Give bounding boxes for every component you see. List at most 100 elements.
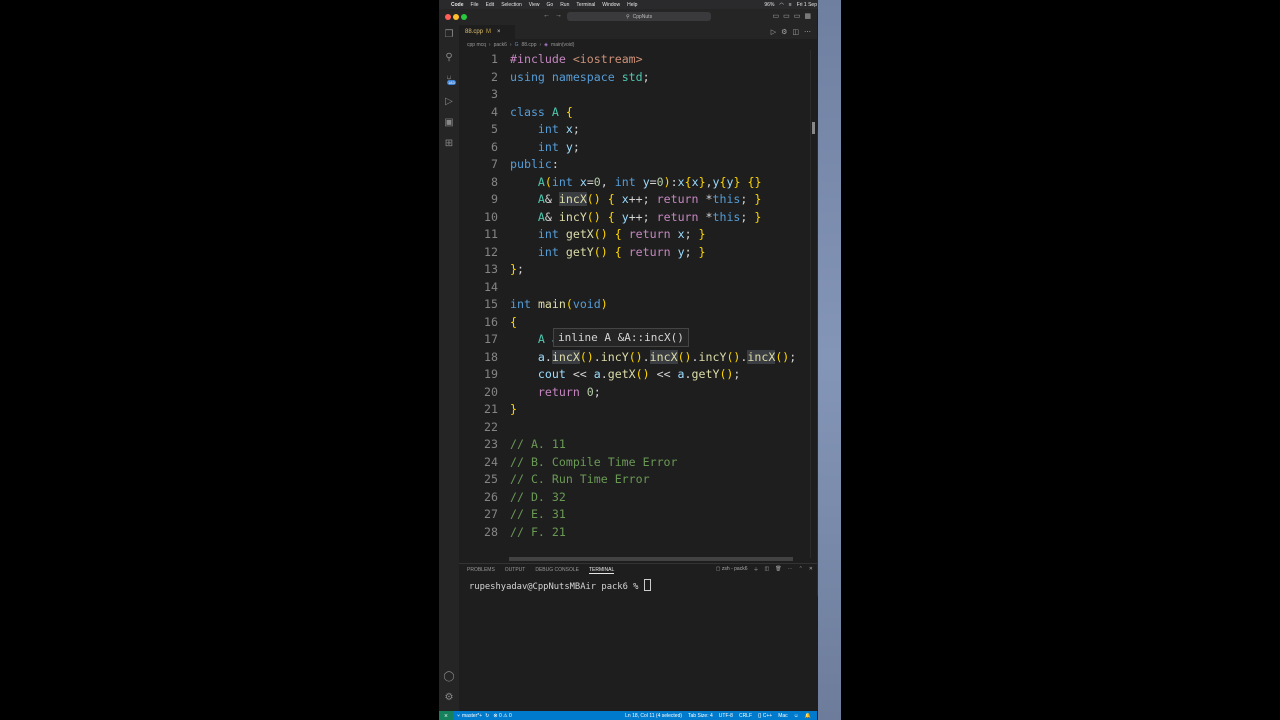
horizontal-scrollbar[interactable] <box>509 557 793 561</box>
code-line[interactable]: 1 #include <iostream> <box>459 51 817 69</box>
menu-terminal[interactable]: Terminal <box>576 2 595 8</box>
code-line[interactable]: 22 <box>459 419 817 437</box>
account-icon[interactable]: ◯ <box>443 671 455 683</box>
code-editor[interactable]: 1 #include <iostream> 2 using namespace std… <box>459 50 817 561</box>
search-icon[interactable]: ⚲ <box>443 52 455 64</box>
menu-view[interactable]: View <box>529 2 540 8</box>
feedback-icon[interactable]: ☺ <box>794 713 799 719</box>
code-line[interactable]: 15 int main(void) <box>459 296 817 314</box>
code-line[interactable]: 13}; <box>459 261 817 279</box>
toggle-secondary-sidebar-icon[interactable]: ▭ <box>794 12 801 20</box>
terminal-output[interactable]: rupeshyadav@CppNutsMBAir pack6 % <box>469 579 651 592</box>
tab-88-cpp[interactable]: 88.cpp M × <box>459 25 515 39</box>
code-line[interactable]: 24 // B. Compile Time Error <box>459 454 817 472</box>
menu-window[interactable]: Window <box>602 2 620 8</box>
breadcrumb-item[interactable]: cpp mcq <box>467 42 486 48</box>
code-line[interactable]: 8 A(int x=0, int y=0):x{x},y{y} {} <box>459 174 817 192</box>
platform[interactable]: Mac <box>778 713 787 719</box>
breadcrumb-item[interactable]: pack6 <box>494 42 507 48</box>
forward-arrow-icon[interactable]: → <box>555 12 562 19</box>
menu-help[interactable]: Help <box>627 2 637 8</box>
control-center-icon[interactable]: ≡ <box>789 2 792 8</box>
split-editor-icon[interactable]: ◫ <box>792 28 799 36</box>
menu-app[interactable]: Code <box>451 2 464 8</box>
tab-size[interactable]: Tab Size: 4 <box>688 713 713 719</box>
command-center-search[interactable]: ⚲ CppNuts <box>567 12 711 21</box>
cursor-position[interactable]: Ln 18, Col 11 (4 selected) <box>625 713 682 719</box>
code-line[interactable]: 3 <box>459 86 817 104</box>
code-line[interactable]: 2 using namespace std; <box>459 69 817 87</box>
trash-icon[interactable]: 🗑 <box>775 566 781 573</box>
wifi-icon[interactable]: ◠ <box>779 2 783 8</box>
vertical-scrollbar[interactable] <box>810 50 817 558</box>
problems-count[interactable]: ⊗ 0 ⚠ 0 <box>493 713 511 719</box>
maximize-panel-icon[interactable]: ⌃ <box>799 566 803 573</box>
explorer-icon[interactable]: ❐ <box>443 29 455 41</box>
code-line[interactable]: 6 int y; <box>459 139 817 157</box>
sync-icon[interactable]: ↻ <box>485 713 489 719</box>
more-actions-icon[interactable]: ⋯ <box>804 28 811 36</box>
tab-terminal[interactable]: TERMINAL <box>588 567 615 574</box>
code-line[interactable]: 28 // F. 21 <box>459 524 817 542</box>
code-line[interactable]: 7 public: <box>459 156 817 174</box>
notifications-icon[interactable]: 🔔 <box>805 713 811 719</box>
toggle-sidebar-icon[interactable]: ▭ <box>773 12 780 20</box>
close-panel-icon[interactable]: ✕ <box>809 566 813 573</box>
customize-layout-icon[interactable]: ▦ <box>804 12 811 20</box>
code-text: return 0; <box>537 384 601 399</box>
encoding[interactable]: UTF-8 <box>719 713 733 719</box>
gear-icon[interactable]: ⚙ <box>781 28 787 36</box>
code-line[interactable]: 23 // A. 11 <box>459 436 817 454</box>
eol[interactable]: CRLF <box>739 713 752 719</box>
menu-file[interactable]: File <box>471 2 479 8</box>
close-tab-icon[interactable]: × <box>497 29 501 35</box>
remote-explorer-icon[interactable]: ▣ <box>443 117 455 129</box>
more-actions-icon[interactable]: ⋯ <box>788 566 793 573</box>
code-line[interactable]: 27 // E. 31 <box>459 506 817 524</box>
run-icon[interactable]: ▷ <box>771 28 776 36</box>
new-terminal-icon[interactable]: ＋ <box>753 566 758 573</box>
terminal-cursor <box>643 579 651 591</box>
code-line[interactable]: 26 // D. 32 <box>459 489 817 507</box>
command-center-label: CppNuts <box>632 13 653 20</box>
remote-indicator-icon[interactable]: ⨯ <box>439 711 453 720</box>
line-number: 26 <box>484 489 498 504</box>
line-number: 18 <box>484 349 498 364</box>
tab-output[interactable]: OUTPUT <box>505 567 526 574</box>
code-line[interactable]: 9 A& incX() { x++; return *this; } <box>459 191 817 209</box>
menu-edit[interactable]: Edit <box>486 2 495 8</box>
code-line[interactable]: 19 cout << a.getX() << a.getY(); <box>459 366 817 384</box>
split-terminal-icon[interactable]: ◫ <box>765 566 770 573</box>
code-line[interactable]: 18 a.incX().incY().incX().incY().incX(); <box>459 349 817 367</box>
menu-run[interactable]: Run <box>560 2 569 8</box>
terminal-shell-label[interactable]: ▢ zsh - pack6 <box>716 566 748 573</box>
editor-actions: ▷ ⚙ ◫ ⋯ <box>771 28 811 36</box>
zoom-window-button[interactable] <box>461 14 467 20</box>
search-icon: ⚲ <box>625 13 630 20</box>
tab-problems[interactable]: PROBLEMS <box>467 567 495 574</box>
code-line[interactable]: 11 int getX() { return x; } <box>459 226 817 244</box>
menu-selection[interactable]: Selection <box>501 2 522 8</box>
breadcrumb-item[interactable]: 88.cpp <box>521 42 536 48</box>
code-line[interactable]: 5 int x; <box>459 121 817 139</box>
code-line[interactable]: 12 int getY() { return y; } <box>459 244 817 262</box>
extensions-icon[interactable]: ⊞ <box>443 138 455 150</box>
close-window-button[interactable] <box>445 14 451 20</box>
minimize-window-button[interactable] <box>453 14 459 20</box>
git-branch[interactable]: master*+ <box>462 713 482 719</box>
breadcrumb-item[interactable]: main(void) <box>551 42 574 48</box>
menu-go[interactable]: Go <box>547 2 554 8</box>
back-arrow-icon[interactable]: ← <box>543 12 550 19</box>
code-line[interactable]: 4 class A { <box>459 104 817 122</box>
toggle-panel-icon[interactable]: ▭ <box>783 12 790 20</box>
code-line[interactable]: 21} <box>459 401 817 419</box>
code-line[interactable]: 14 <box>459 279 817 297</box>
battery-label[interactable]: 96% <box>764 2 774 8</box>
run-debug-icon[interactable]: ▷ <box>443 96 455 108</box>
tab-debug-console[interactable]: DEBUG CONSOLE <box>535 567 579 574</box>
code-line[interactable]: 25 // C. Run Time Error <box>459 471 817 489</box>
settings-gear-icon[interactable]: ⚙ <box>443 692 455 704</box>
language-mode[interactable]: {} C++ <box>758 713 772 719</box>
code-line[interactable]: 10 A& incY() { y++; return *this; } <box>459 209 817 227</box>
code-line[interactable]: 20 return 0; <box>459 384 817 402</box>
